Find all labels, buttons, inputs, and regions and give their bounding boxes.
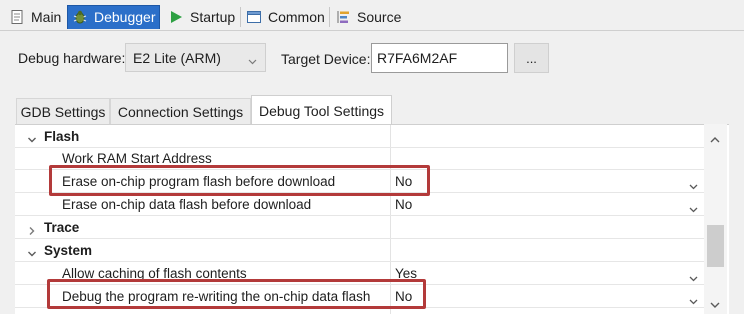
tab-startup[interactable]: Startup [164, 5, 239, 29]
tab-connection-settings-label: Connection Settings [117, 104, 244, 120]
group-name: Trace [44, 220, 80, 235]
main-tab-icon [9, 9, 25, 25]
expand-chevron-icon[interactable] [27, 223, 37, 235]
property-name: Allow caching of flash contents [62, 266, 247, 281]
chevron-down-icon[interactable] [689, 178, 698, 190]
property-value[interactable]: Yes [395, 263, 417, 284]
property-value[interactable]: No [395, 194, 412, 215]
target-device-browse-button[interactable]: ... [514, 43, 549, 73]
tab-common[interactable]: Common [242, 5, 328, 29]
tab-main[interactable]: Main [5, 5, 65, 29]
play-icon [168, 9, 184, 25]
tab-common-label: Common [268, 9, 325, 25]
tab-debugger[interactable]: Debugger [67, 5, 160, 29]
debugger-bug-icon [72, 9, 88, 25]
table-row[interactable]: Allow caching of flash contents Yes [15, 263, 705, 285]
tab-debug-tool-settings[interactable]: Debug Tool Settings [251, 95, 392, 125]
chevron-down-icon [248, 53, 257, 65]
scrollbar-thumb[interactable] [707, 225, 724, 267]
tab-gdb-settings[interactable]: GDB Settings [16, 98, 110, 125]
tab-connection-settings[interactable]: Connection Settings [110, 98, 251, 125]
table-row-system-group[interactable]: System [15, 240, 705, 262]
group-name: System [44, 243, 93, 258]
property-name: Work RAM Start Address [62, 151, 212, 166]
tab-source[interactable]: Source [331, 5, 403, 29]
target-device-value: R7FA6M2AF [377, 50, 458, 66]
tab-separator [329, 7, 330, 27]
table-row-flash-group[interactable]: Flash [15, 126, 705, 148]
chevron-down-icon[interactable] [689, 201, 698, 213]
tab-source-label: Source [357, 9, 402, 25]
debug-tool-settings-table: Flash Work RAM Start Address Erase on-ch… [15, 124, 729, 314]
tab-debugger-label: Debugger [94, 9, 156, 25]
scroll-down-icon[interactable] [710, 296, 720, 308]
property-name: Erase on-chip data flash before download [62, 197, 312, 212]
common-window-icon [246, 9, 262, 25]
table-row-trace-group[interactable]: Trace [15, 217, 705, 239]
tab-debug-tool-settings-label: Debug Tool Settings [258, 102, 385, 119]
expand-chevron-icon[interactable] [27, 246, 37, 257]
property-value[interactable]: No [395, 171, 412, 192]
tab-startup-label: Startup [190, 9, 236, 25]
table-row[interactable]: Erase on-chip program flash before downl… [15, 171, 705, 193]
chevron-down-icon[interactable] [689, 270, 698, 282]
table-row[interactable]: Debug the program re-writing the on-chip… [15, 286, 705, 308]
property-value[interactable]: No [395, 286, 412, 307]
debug-hardware-value: E2 Lite (ARM) [133, 49, 221, 66]
launch-config-tab-bar: Main Debugger Startup Common Source [0, 0, 744, 31]
scroll-up-icon[interactable] [710, 131, 720, 143]
chevron-down-icon[interactable] [689, 293, 698, 305]
tab-main-label: Main [31, 9, 62, 25]
table-row[interactable]: Work RAM Start Address [15, 148, 705, 170]
property-name: Debug the program re-writing the on-chip… [62, 289, 371, 304]
source-lookup-icon [335, 9, 351, 25]
property-name: Erase on-chip program flash before downl… [62, 174, 336, 189]
debug-hardware-label: Debug hardware: [18, 50, 126, 66]
tab-separator [240, 7, 241, 27]
table-scrollbar[interactable] [704, 124, 727, 314]
group-name: Flash [44, 129, 80, 144]
tab-gdb-settings-label: GDB Settings [20, 104, 106, 120]
expand-chevron-icon[interactable] [27, 132, 37, 143]
debug-hardware-combo[interactable]: E2 Lite (ARM) [125, 43, 266, 72]
table-row[interactable]: Erase on-chip data flash before download… [15, 194, 705, 216]
target-device-field[interactable]: R7FA6M2AF [371, 43, 508, 73]
target-device-label: Target Device: [281, 51, 371, 67]
